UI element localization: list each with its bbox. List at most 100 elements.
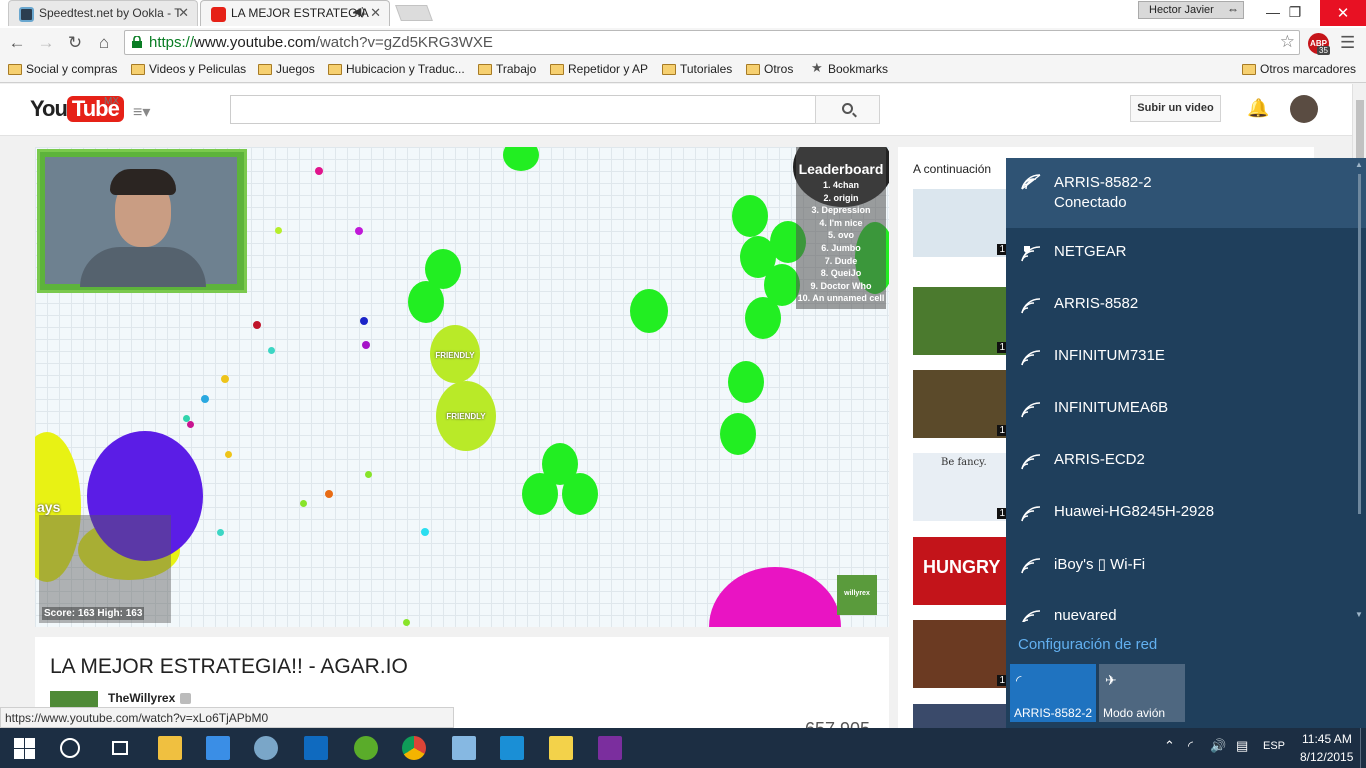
network-item[interactable]: INFINITUMEA6B	[1006, 384, 1366, 436]
channel-name[interactable]: TheWillyrex	[108, 691, 175, 705]
profile-button[interactable]: Hector Javier ⇔	[1138, 1, 1244, 19]
video-thumbnail[interactable]	[913, 704, 1009, 728]
game-pellet	[225, 451, 232, 458]
network-name: ARRIS-8582-2	[1054, 174, 1152, 191]
onenote-icon[interactable]	[598, 736, 622, 760]
thumbnail-text: HUNGRY	[923, 557, 1001, 577]
bookmark-folder[interactable]: Otros	[746, 62, 793, 76]
clock-time[interactable]: 11:45 AM	[1302, 732, 1352, 746]
network-item[interactable]: ARRIS-8582-2 Conectado	[1006, 158, 1366, 228]
notifications-icon[interactable]: 🔔	[1247, 98, 1269, 119]
photos-icon[interactable]	[549, 736, 573, 760]
speaker-icon[interactable]: ◀)	[353, 5, 365, 18]
network-tray-icon[interactable]: ◜	[1188, 738, 1193, 754]
close-window-button[interactable]: ✕	[1320, 0, 1366, 26]
profile-name: Hector Javier	[1149, 4, 1214, 16]
restore-button[interactable]: ❐	[1272, 0, 1318, 26]
video-thumbnail[interactable]: Be fancy. 1	[913, 453, 1009, 521]
bookmark-folder[interactable]: ★ Bookmarks	[810, 60, 888, 76]
flyout-scroll-thumb[interactable]	[1358, 174, 1361, 514]
clock-date[interactable]: 8/12/2015	[1300, 750, 1353, 764]
folder-icon	[746, 64, 760, 75]
cortana-search-icon[interactable]	[60, 738, 80, 758]
chrome-icon[interactable]	[402, 736, 426, 760]
language-indicator[interactable]: ESP	[1263, 740, 1285, 752]
leaderboard-entry: 7. Dude	[824, 255, 858, 266]
tab-strip: Speedtest.net by Ookla - T ✕ LA MEJOR ES…	[0, 0, 1366, 28]
url-text: https://www.youtube.com/watch?v=gZd5KRG3…	[149, 34, 493, 51]
video-player[interactable]: FRIENDLY FRIENDLY Leaderboard 1. 4chan 2…	[35, 147, 889, 627]
action-center-icon[interactable]: ▤	[1236, 738, 1248, 754]
home-icon[interactable]: ⌂	[93, 32, 115, 54]
tab-youtube[interactable]: LA MEJOR ESTRATEGIA ◀) ✕	[200, 0, 390, 26]
view-count: 657,905	[805, 719, 870, 728]
guide-menu-icon[interactable]: ≡▾	[133, 102, 150, 122]
region-label: MX	[104, 96, 119, 107]
bookmark-folder[interactable]: Tutoriales	[662, 62, 732, 76]
airplane-mode-quick-action[interactable]: ✈ Modo avión	[1099, 664, 1185, 722]
bookmark-label: Tutoriales	[680, 62, 733, 76]
upload-button[interactable]: Subir un video	[1130, 95, 1221, 122]
avatar[interactable]	[1290, 95, 1318, 123]
video-thumbnail[interactable]: HUNGRY	[913, 537, 1009, 605]
network-item[interactable]: NETGEAR	[1006, 228, 1366, 280]
start-button[interactable]	[12, 736, 36, 760]
control-panel-icon[interactable]	[206, 736, 230, 760]
network-item[interactable]: ARRIS-ECD2	[1006, 436, 1366, 488]
video-thumbnail[interactable]: 1	[913, 189, 1009, 257]
scroll-up-icon[interactable]: ▲	[1355, 160, 1363, 169]
network-item[interactable]: ARRIS-8582	[1006, 280, 1366, 332]
game-cell	[728, 361, 764, 403]
back-icon[interactable]: ←	[6, 32, 28, 54]
leaderboard-entry: 6. Jumbo	[821, 242, 861, 253]
network-settings-link[interactable]: Configuración de red	[1018, 636, 1157, 653]
up-next-label: A continuación	[913, 162, 992, 176]
forward-icon[interactable]: →	[35, 32, 57, 54]
bookmark-folder[interactable]: Hubicacion y Traduc...	[328, 62, 465, 76]
address-bar[interactable]: https://www.youtube.com/watch?v=gZd5KRG3…	[124, 30, 1300, 55]
new-tab-button[interactable]	[395, 5, 433, 21]
wifi-quick-action[interactable]: ◜ ARRIS-8582-2	[1010, 664, 1096, 722]
video-thumbnail[interactable]: 1	[913, 287, 1009, 355]
reload-icon[interactable]: ↻	[64, 32, 86, 54]
volume-icon[interactable]: 🔊	[1210, 738, 1226, 754]
file-explorer-icon[interactable]	[158, 736, 182, 760]
task-view-icon[interactable]	[108, 736, 132, 760]
utorrent-icon[interactable]	[354, 736, 378, 760]
flyout-scrollbar[interactable]: ▲ ▼	[1352, 158, 1366, 622]
network-item[interactable]: Huawei-HG8245H-2928	[1006, 488, 1366, 540]
show-desktop-button[interactable]	[1360, 728, 1366, 768]
close-tab-icon[interactable]: ✕	[370, 5, 381, 21]
bookmark-folder[interactable]: Social y compras	[8, 62, 117, 76]
webcam-hair	[110, 169, 176, 195]
network-app-icon[interactable]	[452, 736, 476, 760]
bookmark-label: Hubicacion y Traduc...	[346, 62, 465, 76]
search-input[interactable]	[230, 95, 816, 124]
close-tab-icon[interactable]: ✕	[178, 5, 189, 21]
bookmark-folder[interactable]: Trabajo	[478, 62, 536, 76]
video-thumbnail[interactable]: 1	[913, 370, 1009, 438]
network-item[interactable]: iBoy's ▯ Wi-Fi	[1006, 540, 1366, 592]
game-cell	[562, 473, 598, 515]
bookmark-folder[interactable]: Repetidor y AP	[550, 62, 648, 76]
other-bookmarks[interactable]: Otros marcadores	[1242, 62, 1356, 76]
menu-icon[interactable]: ☰	[1340, 33, 1355, 53]
network-name: NETGEAR	[1054, 243, 1127, 260]
network-item[interactable]: nuevared	[1006, 592, 1366, 622]
teamviewer-icon[interactable]	[500, 736, 524, 760]
outlook-icon[interactable]	[304, 736, 328, 760]
search-button[interactable]	[815, 95, 880, 124]
bookmark-folder[interactable]: Videos y Peliculas	[131, 62, 246, 76]
scroll-down-icon[interactable]: ▼	[1355, 610, 1363, 619]
game-pellet	[300, 500, 307, 507]
show-hidden-icons-icon[interactable]: ⌃	[1164, 738, 1175, 754]
leaderboard: Leaderboard 1. 4chan 2. origin 3. Depres…	[796, 147, 886, 309]
paint-icon[interactable]	[254, 736, 278, 760]
video-thumbnail[interactable]: 1	[913, 620, 1009, 688]
bookmark-star-icon[interactable]: ☆	[1280, 32, 1295, 52]
bookmark-label: Trabajo	[496, 62, 537, 76]
network-name: INFINITUM731E	[1054, 347, 1165, 364]
bookmark-folder[interactable]: Juegos	[258, 62, 315, 76]
network-item[interactable]: INFINITUM731E	[1006, 332, 1366, 384]
tab-speedtest[interactable]: Speedtest.net by Ookla - T ✕	[8, 0, 198, 26]
